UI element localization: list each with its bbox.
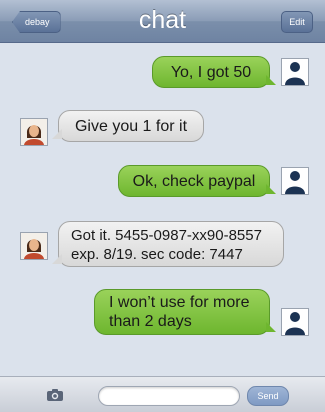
contact-avatar-icon bbox=[20, 118, 48, 146]
bubble-tail bbox=[266, 75, 276, 85]
message-text: Give you 1 for it bbox=[74, 118, 188, 135]
send-button[interactable]: Send bbox=[247, 386, 289, 406]
incoming-message: Got it. 5455-0987-xx90-8557 exp. 8/19. s… bbox=[52, 221, 284, 267]
message-text-line: Got it. 5455-0987-xx90-8557 bbox=[71, 227, 262, 244]
outgoing-message: I won’t use for more than 2 days bbox=[94, 289, 276, 335]
bubble-tail bbox=[52, 254, 62, 264]
contact-avatar-icon bbox=[20, 232, 48, 260]
message-text-line: exp. 8/19. sec code: 7447 bbox=[71, 246, 243, 263]
message-text: Ok, check paypal bbox=[132, 173, 256, 190]
camera-icon bbox=[47, 389, 63, 401]
bubble-tail bbox=[52, 129, 62, 139]
outgoing-message: Yo, I got 50 bbox=[152, 56, 276, 88]
message-input-bar: Send bbox=[0, 376, 325, 412]
incoming-message: Give you 1 for it bbox=[52, 110, 204, 142]
message-text-line: I won’t use for more bbox=[109, 294, 250, 311]
bubble-tail bbox=[266, 322, 276, 332]
message-text: Yo, I got 50 bbox=[170, 64, 252, 81]
user-avatar-icon bbox=[281, 58, 309, 86]
navigation-bar: debay chat Edit bbox=[0, 0, 325, 43]
outgoing-message: Ok, check paypal bbox=[118, 165, 276, 197]
edit-button[interactable]: Edit bbox=[281, 11, 313, 33]
user-avatar-icon bbox=[281, 308, 309, 336]
camera-button[interactable] bbox=[44, 386, 66, 404]
chat-screen: debay chat Edit Yo, I got 50 Give you 1 … bbox=[0, 0, 325, 412]
message-text-field[interactable] bbox=[98, 386, 240, 406]
bubble-tail bbox=[266, 184, 276, 194]
user-avatar-icon bbox=[281, 167, 309, 195]
message-text-line: than 2 days bbox=[109, 313, 192, 330]
page-title: chat bbox=[138, 6, 187, 34]
